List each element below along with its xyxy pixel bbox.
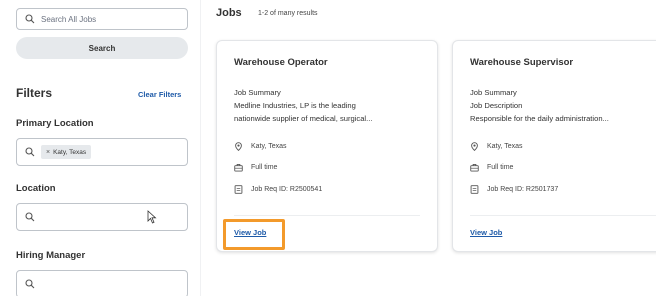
page-title: Jobs	[216, 7, 242, 19]
location-pin-icon	[471, 142, 478, 151]
view-job-highlight-box	[223, 219, 285, 250]
job-summary-label: Job Summary	[234, 88, 281, 97]
hiring-manager-label: Hiring Manager	[16, 250, 86, 261]
job-req-id-text: Job Req ID: R2500541	[251, 186, 323, 193]
search-icon	[25, 212, 35, 222]
job-req-id: Job Req ID: R2501737	[470, 185, 558, 194]
primary-location-field[interactable]: × Katy, Texas	[16, 138, 188, 166]
search-all-jobs-input[interactable]: Search All Jobs	[16, 8, 188, 30]
job-location-text: Katy, Texas	[251, 143, 287, 150]
location-label: Location	[16, 183, 56, 194]
results-count: 1-2 of many results	[258, 10, 318, 17]
search-icon	[25, 147, 35, 157]
search-placeholder: Search All Jobs	[41, 14, 97, 24]
job-summary-label: Job Summary	[470, 88, 517, 97]
job-description-line: Responsible for the daily administration…	[470, 114, 609, 123]
location-pin-icon	[235, 142, 242, 151]
job-description-line: Job Description	[470, 101, 523, 110]
job-time-type-text: Full time	[487, 164, 514, 171]
document-icon	[234, 185, 243, 194]
location-chip[interactable]: × Katy, Texas	[41, 145, 92, 159]
mouse-cursor-icon	[147, 210, 157, 224]
card-divider	[234, 215, 420, 216]
briefcase-icon	[470, 163, 479, 172]
job-time-type: Full time	[470, 163, 513, 172]
clear-filters-link[interactable]: Clear Filters	[138, 90, 181, 99]
job-time-type-text: Full time	[251, 164, 278, 171]
job-location: Katy, Texas	[234, 142, 287, 151]
card-divider	[470, 215, 656, 216]
search-icon	[25, 14, 35, 24]
sidebar-divider	[200, 0, 201, 296]
hiring-manager-field[interactable]	[16, 270, 188, 296]
document-icon	[470, 185, 479, 194]
job-description-line: nationwide supplier of medical, surgical…	[234, 114, 373, 123]
location-field[interactable]	[16, 203, 188, 231]
job-title[interactable]: Warehouse Operator	[234, 57, 328, 68]
briefcase-icon	[234, 163, 243, 172]
job-req-id-text: Job Req ID: R2501737	[487, 186, 559, 193]
search-button[interactable]: Search	[16, 37, 188, 59]
job-req-id: Job Req ID: R2500541	[234, 185, 322, 194]
job-location-text: Katy, Texas	[487, 143, 523, 150]
primary-location-label: Primary Location	[16, 118, 94, 129]
job-time-type: Full time	[234, 163, 277, 172]
filters-heading: Filters	[16, 86, 53, 100]
location-chip-label: Katy, Texas	[53, 148, 87, 156]
filters-sidebar: Search All Jobs Search Filters Clear Fil…	[0, 0, 200, 296]
search-icon	[25, 279, 35, 289]
view-job-link[interactable]: View Job	[470, 228, 502, 237]
close-icon[interactable]: ×	[46, 149, 50, 156]
job-title[interactable]: Warehouse Supervisor	[470, 57, 573, 68]
job-description-line: Medline Industries, LP is the leading	[234, 101, 356, 110]
job-location: Katy, Texas	[470, 142, 523, 151]
job-card[interactable]: Warehouse Supervisor Job Summary Job Des…	[452, 40, 656, 252]
